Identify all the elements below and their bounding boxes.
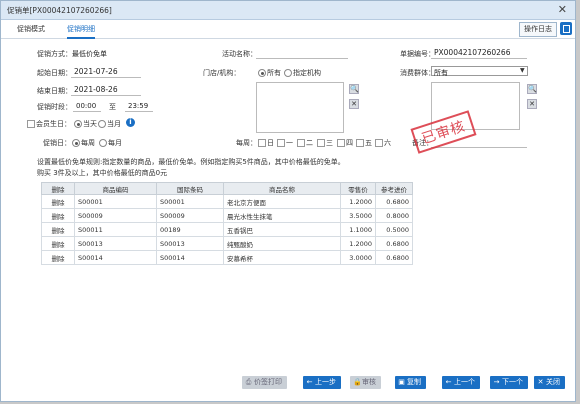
delete-link[interactable]: 删除 (41, 208, 75, 223)
prev-step-button[interactable]: ← 上一步 (303, 376, 341, 389)
table-row: 删除 S00013 S00013 纯甄酸奶 1.2000 0.6800 (41, 236, 413, 251)
store-specified-option[interactable]: 指定机构 (284, 68, 321, 78)
doc-no-label: 单据编号： (400, 50, 435, 58)
close-button[interactable]: ✕ 关闭 (534, 376, 565, 389)
tab-bar: 促销模式 促销明细 操作日志 (1, 20, 575, 39)
arrow-left-icon: ← (306, 378, 313, 386)
delete-link[interactable]: 删除 (41, 236, 75, 251)
info-icon[interactable]: i (126, 118, 135, 127)
copy-button[interactable]: ▣ 复制 (395, 376, 426, 389)
arrow-right-icon: → (493, 378, 500, 386)
store-list-box[interactable] (256, 82, 344, 133)
tab-promo-mode[interactable]: 促销模式 (17, 24, 45, 34)
remark-input[interactable] (431, 147, 527, 148)
promo-window: 促销单[PX00042107260266] ✕ 促销模式 促销明细 操作日志 促… (0, 0, 576, 402)
promo-day-weekly-option[interactable]: 每周 (72, 138, 95, 148)
lock-icon: 🔒 (353, 378, 362, 386)
radio-icon (74, 120, 82, 128)
birthday-today-option[interactable]: 当天 (74, 119, 97, 129)
close-icon[interactable]: ✕ (558, 3, 567, 16)
weekday-sun[interactable]: 日 (258, 138, 274, 148)
member-birthday-checkbox[interactable] (27, 120, 35, 128)
chevron-down-icon: ▼ (520, 67, 525, 74)
table-row: 删除 S00014 S00014 安慕希杯 3.0000 0.6800 (41, 250, 413, 265)
weekday-mon[interactable]: 一 (277, 138, 293, 148)
radio-icon (98, 120, 106, 128)
doc-no-value: PX00042107260266 (434, 48, 511, 57)
weekly-label: 每周： (236, 139, 257, 147)
member-birthday-label: 会员生日： (36, 120, 71, 128)
weekday-sat[interactable]: 六 (375, 138, 391, 148)
radio-icon (72, 139, 80, 147)
store-all-option[interactable]: 所有 (258, 68, 281, 78)
next-record-button[interactable]: → 下一个 (490, 376, 528, 389)
activity-name-input[interactable] (256, 58, 348, 59)
prev-record-button[interactable]: ← 上一个 (442, 376, 480, 389)
promo-mode-label: 促销方式： (37, 50, 72, 58)
printer-icon: ⎙ (245, 378, 252, 386)
title-bar: 促销单[PX00042107260266] ✕ (1, 1, 575, 20)
weekday-wed[interactable]: 三 (317, 138, 333, 148)
tab-promo-detail[interactable]: 促销明细 (67, 24, 95, 39)
weekday-tue[interactable]: 二 (297, 138, 313, 148)
rule-summary: 购买 3件及以上，其中价格最低的商品0元 (37, 169, 168, 177)
copy-icon: ▣ (398, 378, 405, 386)
end-date-value[interactable]: 2021-08-26 (74, 85, 118, 94)
radio-icon (99, 139, 107, 147)
price-label-print-button[interactable]: ⎙ 价签打印 (242, 376, 287, 389)
radio-icon (258, 69, 266, 77)
close-icon: ✕ (537, 378, 544, 386)
table-header: 删除 商品编码 国际条码 商品名称 零售价 参考进价 (41, 182, 413, 195)
delete-link[interactable]: 删除 (41, 250, 75, 265)
consumer-group-select[interactable]: 所有 ▼ (431, 66, 528, 77)
activity-name-label: 活动名称： (222, 50, 257, 58)
search-icon[interactable]: 🔍 (349, 84, 359, 94)
store-label: 门店/机构： (203, 69, 241, 77)
table-row: 删除 S00011 00189 五香锅巴 1.1000 0.5000 (41, 222, 413, 237)
time-to-value[interactable]: 23:59 (128, 102, 148, 110)
end-date-label: 结束日期： (37, 87, 72, 95)
start-date-label: 起始日期： (37, 69, 72, 77)
window-icon[interactable] (560, 22, 572, 35)
start-date-value[interactable]: 2021-07-26 (74, 67, 118, 76)
time-from-value[interactable]: 00:00 (76, 102, 96, 110)
table-row: 删除 S00009 S00009 晨光水性生抹笔 3.5000 0.8000 (41, 208, 413, 223)
search-icon[interactable]: 🔍 (527, 84, 537, 94)
rule-description: 设置最低价免单规则:指定数量的商品，最低价免单。例如指定购买5件商品，其中价格最… (37, 158, 345, 166)
radio-icon (284, 69, 292, 77)
audit-button[interactable]: 🔒审核 (350, 376, 381, 389)
arrow-left-icon: ← (445, 378, 452, 386)
time-to-label: 至 (109, 103, 116, 111)
weekday-fri[interactable]: 五 (356, 138, 372, 148)
weekday-thu[interactable]: 四 (337, 138, 353, 148)
promo-day-monthly-option[interactable]: 每月 (99, 138, 122, 148)
member-birthday-row: 会员生日： (27, 119, 71, 129)
operation-log-button[interactable]: 操作日志 (519, 22, 557, 37)
promo-day-label: 促销日： (43, 139, 71, 147)
product-table: 删除 商品编码 国际条码 商品名称 零售价 参考进价 删除 S00001 S00… (41, 182, 413, 265)
consumer-group-label: 消费群体： (400, 69, 435, 77)
delete-link[interactable]: 删除 (41, 222, 75, 237)
window-title: 促销单[PX00042107260266] (7, 6, 112, 15)
delete-link[interactable]: 删除 (41, 194, 75, 209)
table-row: 删除 S00001 S00001 老北京方便面 1.2000 0.6800 (41, 194, 413, 209)
clear-icon[interactable]: ✕ (527, 99, 537, 109)
time-period-label: 促销时段： (37, 103, 72, 111)
clear-icon[interactable]: ✕ (349, 99, 359, 109)
promo-mode-value: 最低价免单 (72, 50, 107, 58)
birthday-month-option[interactable]: 当月 (98, 119, 121, 129)
